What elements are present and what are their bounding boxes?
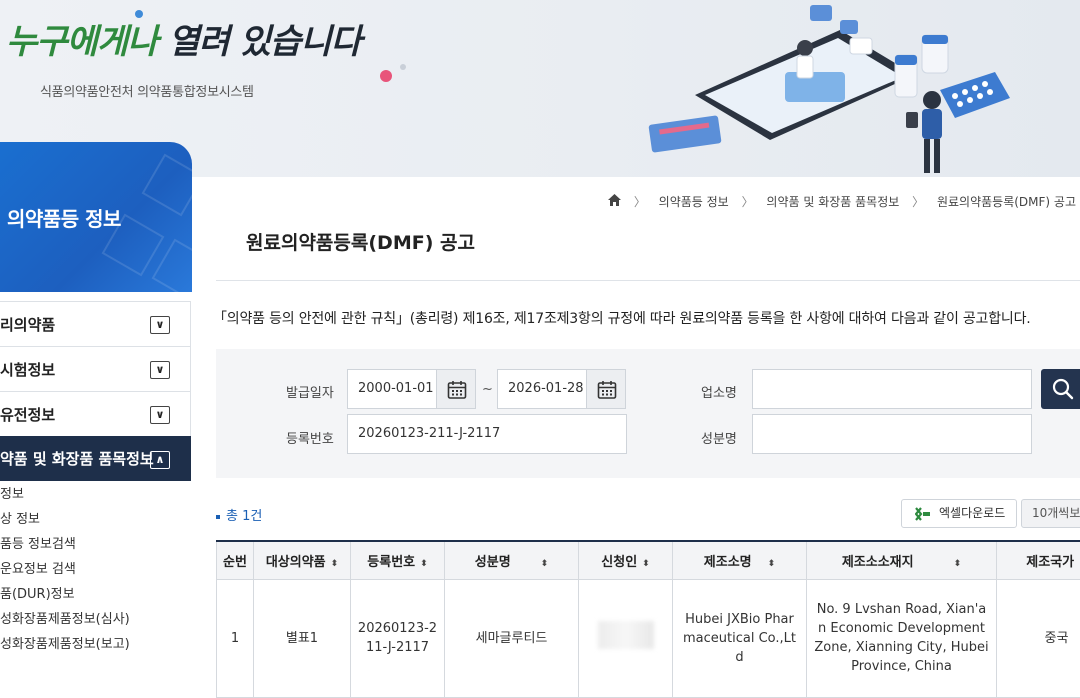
column-header[interactable]: 제조소명 ⬍	[673, 541, 807, 579]
search-panel: 발급일자 2000-01-01 ~ 2026-01-28 업소명 등록번호 20…	[216, 349, 1080, 478]
submenu-item[interactable]: 상 정보	[0, 507, 191, 532]
sidebar-item-label: 유전정보	[0, 406, 55, 424]
column-header-label: 성분명	[475, 555, 511, 570]
column-header-label: 등록번호	[367, 555, 415, 570]
banner-slogan: 누구에게나 열려 있습니다	[6, 14, 361, 63]
sort-icon[interactable]: ⬍	[642, 559, 650, 569]
column-header-label: 제조국가	[1026, 555, 1074, 570]
chevron-right-icon: 〉	[742, 195, 754, 209]
banner-subtitle: 식품의약품안전처 의약품통합정보시스템	[40, 81, 254, 100]
column-header-label: 신청인	[601, 555, 637, 570]
sidebar-item-label: 시험정보	[0, 361, 55, 379]
chevron-down-icon[interactable]: ∨	[150, 361, 170, 379]
breadcrumb: 〉 의약품등 정보 〉 의약품 및 화장품 품목정보 〉 원료의약품등록(DMF…	[608, 193, 1080, 210]
search-icon	[1052, 378, 1074, 400]
sidebar-header: 의약품등 정보	[0, 142, 192, 292]
submenu-item[interactable]: 성화장품제품정보(심사)	[0, 607, 191, 632]
company-input[interactable]	[752, 369, 1032, 409]
column-header: 순번	[217, 541, 254, 579]
sidebar-submenu: 정보 상 정보 품등 정보검색 운요정보 검색 품(DUR)정보 성화장품제품정…	[0, 480, 191, 657]
excel-download-label: 엑셀다운로드	[939, 506, 1005, 520]
breadcrumb-item[interactable]: 의약품등 정보	[659, 195, 729, 209]
decor-dot	[135, 10, 143, 18]
calendar-icon	[597, 380, 617, 400]
sidebar-item-generic-drugs[interactable]: 리의약품 ∨	[0, 301, 191, 347]
sidebar-item-label: 리의약품	[0, 316, 55, 334]
search-button[interactable]	[1041, 369, 1080, 409]
notice-text: 「의약품 등의 안전에 관한 규칙」(총리령) 제16조, 제17조제3항의 규…	[213, 308, 1031, 328]
date-to-calendar-button[interactable]	[586, 369, 626, 409]
slogan-green-text: 누구에게나	[6, 22, 157, 62]
page-title: 원료의약품등록(DMF) 공고	[246, 228, 475, 255]
cell-manufacturer: Hubei JXBio Pharmaceutical Co.,Ltd	[673, 579, 807, 697]
cell-target-drug: 별표1	[254, 579, 351, 697]
cell-reg-no[interactable]: 20260123-211-J-2117	[351, 579, 445, 697]
cell-manufacturer-address: No. 9 Lvshan Road, Xian'an Economic Deve…	[807, 579, 997, 697]
date-from-calendar-button[interactable]	[436, 369, 476, 409]
sort-icon[interactable]: ⬍	[954, 559, 962, 569]
column-header-label: 대상의약품	[266, 555, 326, 570]
column-header[interactable]: 제조소소재지 ⬍	[807, 541, 997, 579]
table-row[interactable]: 1 별표1 20260123-211-J-2117 세마글루티드 Hubei J…	[217, 579, 1080, 697]
column-header[interactable]: 제조국가⬍	[997, 541, 1080, 579]
ingredient-label: 성분명	[701, 428, 737, 447]
sort-icon[interactable]: ⬍	[331, 559, 339, 569]
sort-icon[interactable]: ⬍	[768, 559, 776, 569]
chevron-right-icon: 〉	[634, 195, 646, 209]
date-from-input[interactable]: 2000-01-01	[347, 369, 437, 409]
breadcrumb-item[interactable]: 의약품 및 화장품 품목정보	[766, 195, 899, 209]
issue-date-label: 발급일자	[286, 382, 334, 401]
column-header-label: 제조소소재지	[842, 555, 914, 570]
sidebar-item-label: 약품 및 화장품 품목정보	[0, 450, 154, 468]
calendar-icon	[447, 380, 467, 400]
reg-no-label: 등록번호	[286, 428, 334, 447]
pharmacy-illustration	[640, 0, 1080, 177]
column-header-label: 순번	[223, 555, 247, 570]
ingredient-input[interactable]	[752, 414, 1032, 454]
breadcrumb-item-current[interactable]: 원료의약품등록(DMF) 공고	[937, 195, 1076, 209]
home-icon[interactable]	[608, 195, 625, 209]
decor-dot	[380, 70, 392, 82]
table-header-row: 순번 대상의약품⬍ 등록번호⬍ 성분명⬍ 신청인⬍ 제조소명⬍ 제조소소재지⬍ …	[217, 541, 1080, 579]
company-label: 업소명	[701, 382, 737, 401]
column-header[interactable]: 대상의약품 ⬍	[254, 541, 351, 579]
submenu-item[interactable]: 품(DUR)정보	[0, 582, 191, 607]
chevron-right-icon: 〉	[912, 195, 924, 209]
column-header[interactable]: 등록번호 ⬍	[351, 541, 445, 579]
cell-country: 중국	[997, 579, 1080, 697]
slogan-dark-text: 열려 있습니다	[168, 22, 361, 62]
cell-index: 1	[217, 579, 254, 697]
column-header[interactable]: 성분명 ⬍	[445, 541, 579, 579]
submenu-item[interactable]: 운요정보 검색	[0, 557, 191, 582]
divider	[216, 280, 1080, 281]
sidebar-item-product-info[interactable]: 약품 및 화장품 품목정보 ∧	[0, 436, 191, 481]
submenu-item[interactable]: 성화장품제품정보(보고)	[0, 632, 191, 657]
page-size-select[interactable]: 10개씩보기	[1021, 499, 1080, 528]
sidebar-title: 의약품등 정보	[7, 203, 121, 232]
results-table: 순번 대상의약품⬍ 등록번호⬍ 성분명⬍ 신청인⬍ 제조소명⬍ 제조소소재지⬍ …	[216, 540, 1080, 698]
decor-dot	[400, 64, 406, 70]
submenu-item[interactable]: 품등 정보검색	[0, 532, 191, 557]
date-separator: ~	[482, 382, 493, 397]
excel-download-button[interactable]: 엑셀다운로드	[901, 499, 1017, 528]
date-to-input[interactable]: 2026-01-28	[497, 369, 587, 409]
submenu-item[interactable]: 정보	[0, 482, 191, 507]
sidebar-item-genetic-info[interactable]: 유전정보 ∨	[0, 391, 191, 437]
result-count: 총 1건	[216, 505, 262, 524]
column-header-label: 제조소명	[704, 555, 752, 570]
sidebar-item-clinical-trials[interactable]: 시험정보 ∨	[0, 346, 191, 392]
chevron-down-icon[interactable]: ∨	[150, 316, 170, 334]
sort-icon[interactable]: ⬍	[420, 559, 428, 569]
sidebar-menu: 리의약품 ∨ 시험정보 ∨ 유전정보 ∨ 약품 및 화장품 품목정보 ∧ 정보 …	[0, 301, 191, 657]
cell-applicant	[579, 579, 673, 697]
reg-no-input[interactable]: 20260123-211-J-2117	[347, 414, 627, 454]
chevron-down-icon[interactable]: ∨	[150, 406, 170, 424]
decor-hexagon	[142, 154, 192, 217]
redacted-applicant	[598, 621, 654, 649]
column-header[interactable]: 신청인 ⬍	[579, 541, 673, 579]
chevron-up-icon[interactable]: ∧	[150, 451, 170, 469]
cell-ingredient: 세마글루티드	[445, 579, 579, 697]
excel-icon	[915, 507, 931, 521]
sort-icon[interactable]: ⬍	[541, 559, 549, 569]
